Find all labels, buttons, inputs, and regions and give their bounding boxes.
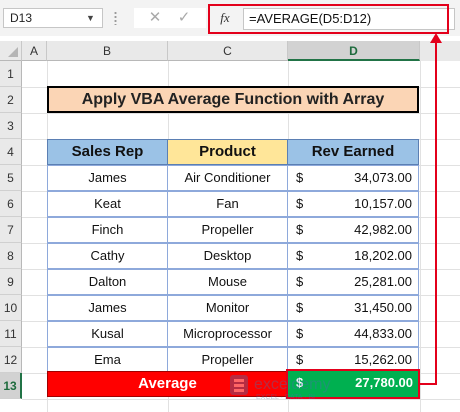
row-header-11[interactable]: 11 (0, 321, 22, 347)
currency-symbol: $ (296, 222, 304, 237)
cancel-icon[interactable]: ✕ (145, 8, 165, 28)
row-header-5[interactable]: 5 (0, 165, 22, 191)
chevron-down-icon[interactable]: ▼ (86, 9, 95, 27)
sheet-title: Apply VBA Average Function with Array (47, 86, 419, 113)
header-sales-rep[interactable]: Sales Rep (47, 139, 168, 165)
cell-rev-earned[interactable]: $42,982.00 (287, 217, 419, 243)
cell-sales-rep[interactable]: Finch (47, 217, 168, 243)
cell-sales-rep[interactable]: James (47, 165, 168, 191)
currency-symbol: $ (296, 326, 304, 341)
cell-product[interactable]: Fan (167, 191, 288, 217)
row-header-12[interactable]: 12 (0, 347, 22, 373)
rev-amount: 18,202.00 (354, 248, 412, 263)
rev-amount: 25,281.00 (354, 274, 412, 289)
row-header-3[interactable]: 3 (0, 113, 22, 139)
connector-line-vertical (435, 42, 437, 385)
cell-product[interactable]: Microprocessor (167, 321, 288, 347)
cell-sales-rep[interactable]: Dalton (47, 269, 168, 295)
cell-rev-earned[interactable]: $25,281.00 (287, 269, 419, 295)
cell-product[interactable]: Propeller (167, 217, 288, 243)
row-header-1[interactable]: 1 (0, 61, 22, 87)
currency-symbol: $ (296, 196, 304, 211)
cell-product[interactable]: Air Conditioner (167, 165, 288, 191)
rev-amount: 44,833.00 (354, 326, 412, 341)
rev-amount: 42,982.00 (354, 222, 412, 237)
currency-symbol: $ (296, 274, 304, 289)
cell-sales-rep[interactable]: Kusal (47, 321, 168, 347)
cell-product[interactable]: Propeller (167, 347, 288, 373)
currency-symbol: $ (296, 300, 304, 315)
row-header-7[interactable]: 7 (0, 217, 22, 243)
cell-product[interactable]: Desktop (167, 243, 288, 269)
row-header-8[interactable]: 8 (0, 243, 22, 269)
enter-check-icon[interactable]: ✓ (174, 8, 194, 28)
cell-sales-rep[interactable]: Cathy (47, 243, 168, 269)
cell-sales-rep[interactable]: James (47, 295, 168, 321)
header-product[interactable]: Product (167, 139, 288, 165)
currency-symbol: $ (296, 248, 304, 263)
header-rev-earned[interactable]: Rev Earned (287, 139, 419, 165)
formula-highlight-box (208, 4, 449, 34)
column-header-b[interactable]: B (47, 41, 168, 61)
row-header-4[interactable]: 4 (0, 139, 22, 165)
cell-rev-earned[interactable]: $31,450.00 (287, 295, 419, 321)
row-header-9[interactable]: 9 (0, 269, 22, 295)
cell-sales-rep[interactable]: Keat (47, 191, 168, 217)
row-header-10[interactable]: 10 (0, 295, 22, 321)
gridline-horizontal (22, 399, 460, 400)
row-header-6[interactable]: 6 (0, 191, 22, 217)
cell-product[interactable]: Mouse (167, 269, 288, 295)
cell-rev-earned[interactable]: $34,073.00 (287, 165, 419, 191)
row-header-13[interactable]: 13 (0, 373, 22, 399)
cell-rev-earned[interactable]: $44,833.00 (287, 321, 419, 347)
row-header-2[interactable]: 2 (0, 87, 22, 113)
drag-handle-icon[interactable] (114, 11, 117, 25)
rev-amount: 10,157.00 (354, 196, 412, 211)
connector-line-horizontal (419, 383, 437, 385)
average-label-cell[interactable]: Average (47, 371, 288, 397)
arrow-up-icon (430, 33, 442, 43)
average-highlight-box (286, 369, 420, 399)
column-header-a[interactable]: A (22, 41, 47, 61)
cell-rev-earned[interactable]: $10,157.00 (287, 191, 419, 217)
gridline-horizontal (22, 113, 460, 114)
column-header-d[interactable]: D (288, 41, 420, 61)
cell-rev-earned[interactable]: $18,202.00 (287, 243, 419, 269)
currency-symbol: $ (296, 170, 304, 185)
cell-product[interactable]: Monitor (167, 295, 288, 321)
column-header-c[interactable]: C (168, 41, 288, 61)
rev-amount: 31,450.00 (354, 300, 412, 315)
select-all-triangle-icon (8, 47, 18, 57)
rev-amount: 34,073.00 (354, 170, 412, 185)
cell-sales-rep[interactable]: Ema (47, 347, 168, 373)
